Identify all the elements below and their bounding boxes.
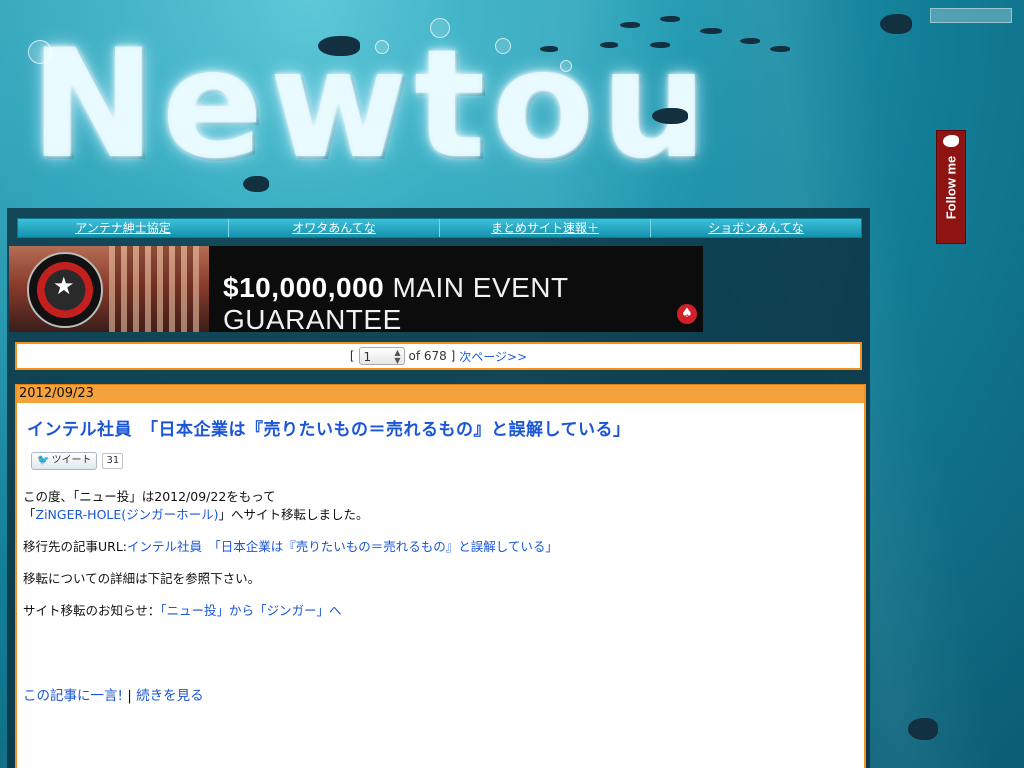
bubble-decoration: [430, 18, 450, 38]
fish-decoration: [700, 28, 722, 34]
nav-link-matome-sokuho[interactable]: まとめサイト速報＋: [440, 219, 651, 237]
bird-icon: [943, 135, 959, 147]
fish-decoration: [770, 46, 790, 52]
fish-decoration: [600, 42, 618, 48]
banner-headline: $10,000,000 MAIN EVENT GUARANTEE: [223, 272, 703, 332]
next-page-link[interactable]: 次ページ>>: [459, 348, 527, 365]
blog-post: 2012/09/23 インテル社員 「日本企業は『売りたいもの＝売れるもの』と誤…: [15, 384, 866, 768]
fish-decoration: [660, 16, 680, 22]
ad-banner[interactable]: $10,000,000 MAIN EVENT GUARANTEE ♠: [9, 246, 703, 332]
fish-decoration: [650, 42, 670, 48]
antenna-nav: アンテナ紳士協定 オワタあんてな まとめサイト速報＋ ショボンあんてな: [17, 218, 862, 238]
follow-me-button[interactable]: Follow me: [936, 130, 966, 244]
nav-link-shobon-antenna[interactable]: ショボンあんてな: [651, 219, 861, 237]
details-text: 移転についての詳細は下記を参照下さい。: [23, 571, 261, 586]
banner-amount: $10,000,000: [223, 272, 385, 303]
post-date: 2012/09/23: [17, 384, 864, 403]
site-logo[interactable]: Newtou: [30, 30, 713, 180]
fish-decoration: [908, 718, 938, 740]
link-separator: |: [127, 688, 132, 704]
stepper-arrows-icon: ▲ ▼: [394, 348, 401, 365]
fish-decoration: [318, 36, 360, 56]
page-select-value: 1: [363, 350, 372, 364]
page-select[interactable]: 1 ▲ ▼: [358, 347, 405, 365]
tweet-count: 31: [102, 453, 124, 469]
fish-decoration: [243, 176, 269, 192]
pager-total: of 678 ]: [408, 349, 456, 363]
nav-link-antenna-shinshi[interactable]: アンテナ紳士協定: [18, 219, 229, 237]
zinger-hole-link[interactable]: ZiNGER-HOLE(ジンガーホール): [36, 507, 219, 522]
url-prefix: 移行先の記事URL:: [23, 539, 128, 554]
fish-decoration: [620, 22, 640, 28]
comment-link[interactable]: この記事に一言!: [23, 688, 123, 704]
top-right-widget: [930, 8, 1012, 23]
tweet-widget: 🐦 ツイート 31: [31, 452, 864, 470]
banner-building: [109, 246, 199, 332]
bubble-decoration: [495, 38, 511, 54]
bubble-decoration: [28, 40, 52, 64]
post-title[interactable]: インテル社員 「日本企業は『売りたいもの＝売れるもの』と誤解している」: [27, 415, 864, 440]
tweet-button[interactable]: 🐦 ツイート: [31, 452, 98, 470]
fish-decoration: [652, 108, 688, 124]
migration-notice-link[interactable]: 「ニュー投」から「ジンガー」へ: [160, 603, 341, 618]
twitter-bird-icon: 🐦: [37, 455, 50, 466]
bubble-decoration: [375, 40, 389, 54]
fish-decoration: [880, 14, 912, 34]
site-header: Newtou: [0, 0, 1024, 208]
poker-seal-icon: [27, 252, 103, 328]
follow-me-label: Follow me: [943, 155, 959, 219]
pokerstars-spade-icon: ♠: [677, 304, 697, 324]
read-more-link[interactable]: 続きを見る: [136, 688, 204, 704]
post-footer-links: この記事に一言! | 続きを見る: [23, 684, 204, 704]
tweet-label: ツイート: [51, 455, 92, 466]
bubble-decoration: [560, 60, 572, 72]
body-bracket: 「: [23, 507, 36, 522]
fish-decoration: [740, 38, 760, 44]
body-line-1: この度、「ニュー投」は2012/09/22をもって: [23, 489, 276, 504]
pagination: [ 1 ▲ ▼ of 678 ] 次ページ>>: [15, 342, 862, 370]
nav-link-owata-antenna[interactable]: オワタあんてな: [229, 219, 440, 237]
pager-open-bracket: [: [349, 349, 355, 363]
notice-prefix: サイト移転のお知らせ：: [23, 603, 161, 618]
body-line-2-rest: 」へサイト移転しました。: [218, 507, 369, 522]
post-body: この度、「ニュー投」は2012/09/22をもって 「ZiNGER-HOLE(ジ…: [23, 488, 864, 620]
migrated-article-link[interactable]: インテル社員 「日本企業は『売りたいもの＝売れるもの』と誤解している」: [127, 539, 558, 554]
main-content: アンテナ紳士協定 オワタあんてな まとめサイト速報＋ ショボンあんてな $10,…: [7, 208, 870, 768]
fish-decoration: [540, 46, 558, 52]
